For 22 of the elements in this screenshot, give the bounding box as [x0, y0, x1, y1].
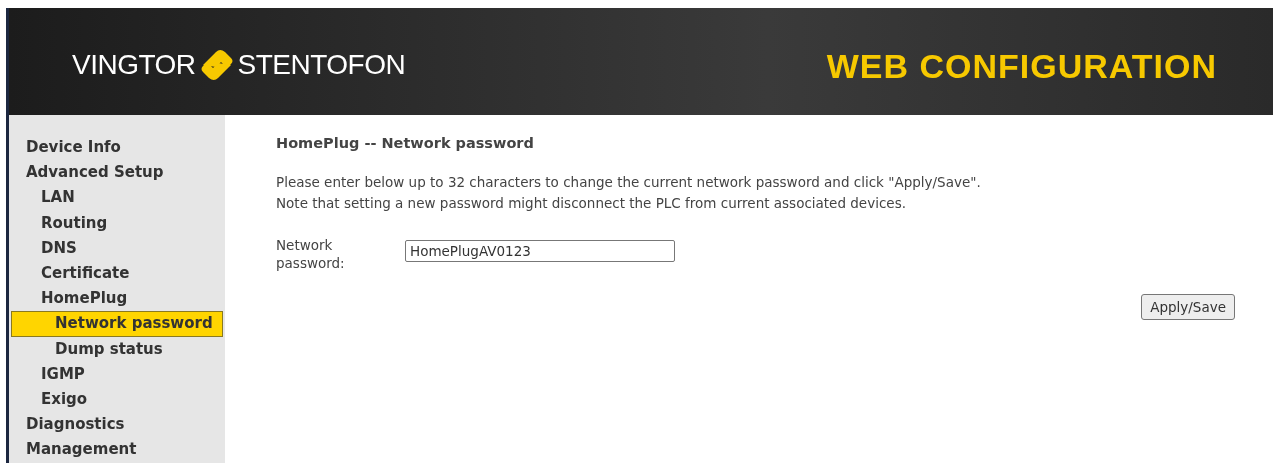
description-text: Note that setting a new password might disconnect the PLC from current associated devices. — [276, 194, 907, 213]
apply-save-button[interactable]: Apply/Save — [1141, 294, 1235, 320]
sidebar-item[interactable]: LAN — [11, 185, 223, 211]
field-label: Network password: — [276, 236, 346, 272]
sidebar-item[interactable]: Device Info — [11, 135, 223, 161]
sidebar-item[interactable]: HomePlug — [11, 286, 223, 312]
header-title: WEB CONFIGURATION — [826, 47, 1217, 86]
sidebar-item[interactable]: IGMP — [11, 361, 223, 387]
sidebar-item[interactable]: Advanced Setup — [11, 160, 223, 186]
sidebar-item[interactable]: Routing — [11, 210, 223, 236]
sidebar-item[interactable]: DNS — [11, 235, 223, 261]
sidebar-item[interactable]: Dump status — [11, 336, 223, 362]
password-field[interactable]: HomePlugAV0123 — [405, 240, 675, 262]
logo-text: VINGTOR — [72, 48, 196, 81]
sidebar-item[interactable]: Exigo — [11, 386, 223, 413]
sidebar-item[interactable]: Management — [11, 437, 223, 463]
page-heading: HomePlug -- Network password — [276, 135, 535, 151]
sidebar-item[interactable]: Diagnostics — [11, 412, 223, 438]
description-text: Please enter below up to 32 characters to change the current network password and click "Apply/Save". — [276, 173, 982, 192]
sidebar-item[interactable]: Network password — [11, 311, 223, 337]
logo-text: STENTOFON — [237, 48, 406, 81]
sidebar-item[interactable]: Certificate — [11, 260, 223, 287]
